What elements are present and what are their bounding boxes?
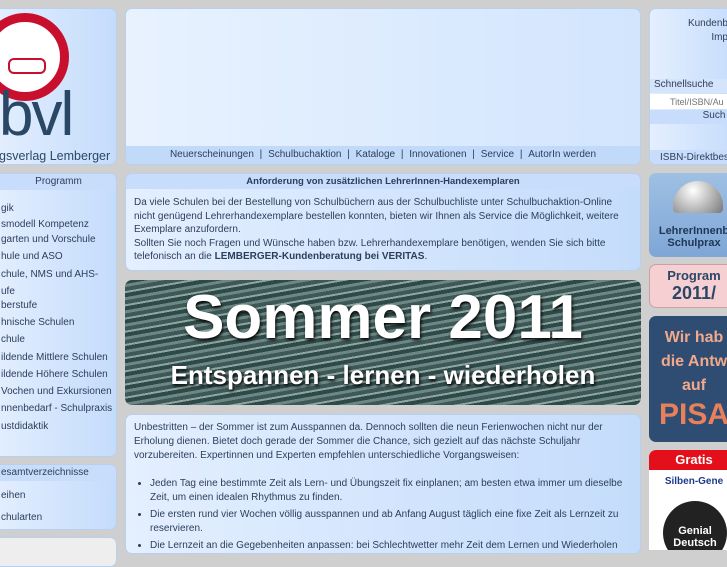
ad-text: PISA: [658, 398, 727, 431]
sidebar-item[interactable]: berstufe: [1, 299, 37, 313]
sidebar-item[interactable]: chule: [1, 333, 25, 347]
sidebar-item[interactable]: chule, NMS und AHS-: [1, 268, 98, 282]
logo-panel[interactable]: bvl gsverlag Lemberger: [0, 8, 117, 165]
search-input[interactable]: [650, 94, 727, 109]
sidebar-box: [0, 537, 117, 567]
program-menu: Programm gik smodell Kompetenz garten und …: [0, 173, 117, 457]
nav-kataloge[interactable]: Kataloge: [356, 149, 395, 160]
ad-text: 2011/: [671, 283, 717, 303]
ad-text: Wir hab: [664, 329, 724, 346]
list-item: Die Lernzeit an die Gegebenheiten anpass…: [150, 539, 632, 553]
logo-letters: bvl: [0, 80, 74, 149]
notice-title: Anforderung von zusätzlichen LehrerInnen…: [126, 174, 640, 189]
nav-autor-werden[interactable]: AutorIn werden: [528, 149, 596, 160]
banner-subtitle: Entspannen - lernen - wiederholen: [170, 360, 596, 390]
summer-banner[interactable]: Sommer 2011 Entspannen - lernen - wieder…: [125, 280, 641, 405]
nav-service[interactable]: Service: [481, 149, 514, 160]
sidebar-item[interactable]: nnenbedarf - Schulpraxis: [1, 402, 112, 416]
sidebar-item[interactable]: ustdidaktik: [1, 420, 48, 434]
notice-text-1: Da viele Schulen bei der Bestellung von …: [134, 197, 619, 235]
link-kundenberatung[interactable]: Kundenb: [650, 17, 727, 31]
isbn-direct-order-link[interactable]: ISBN-Direktbest: [650, 150, 727, 164]
sidebar-item[interactable]: eihen: [1, 489, 25, 503]
gratis-ad[interactable]: Gratis Silben-Gene Genial Deutsch: [649, 450, 727, 550]
list-item: Die ersten rund vier Wochen völlig aussp…: [150, 508, 632, 536]
nav-schulbuchaktion[interactable]: Schulbuchaktion: [268, 149, 341, 160]
sidebar-item[interactable]: hnische Schulen: [1, 316, 74, 330]
notice-contact-link[interactable]: LEMBERGER-Kundenberatung bei VERITAS: [215, 251, 425, 262]
right-panel: Kundenb Imp Schnellsuche Such ISBN-Direk…: [649, 8, 727, 165]
teacher-service-ad[interactable]: LehrerInnenb Schulprax: [649, 173, 727, 257]
notice-end: .: [424, 251, 428, 262]
logo-tagline: gsverlag Lemberger: [0, 149, 111, 163]
ad-text: Program: [667, 268, 721, 283]
sidebar-item[interactable]: Vochen und Exkursionen: [1, 385, 112, 399]
service-bell-icon: [673, 181, 723, 213]
ad-text: Schulprax: [667, 237, 721, 249]
article-intro: Unbestritten – der Sommer ist zum Ausspa…: [134, 422, 603, 461]
sidebar-item[interactable]: garten und Vorschule: [1, 233, 96, 247]
link-impressum[interactable]: Imp: [650, 31, 727, 45]
header-panel: Neuerscheinungen | Schulbuchaktion | Kat…: [125, 8, 641, 165]
main-nav: Neuerscheinungen | Schulbuchaktion | Kat…: [126, 146, 640, 164]
article-panel: Unbestritten – der Sommer ist zum Ausspa…: [125, 414, 641, 554]
sidebar-item[interactable]: ildende Höhere Schulen: [1, 368, 108, 382]
ad-text: die Antw: [660, 353, 727, 370]
program-ad[interactable]: Program 2011/: [649, 264, 727, 308]
catalog-menu: esamtverzeichnisse eihen chularten: [0, 464, 117, 530]
sidebar-item[interactable]: gik: [1, 202, 14, 216]
banner-title: Sommer 2011: [183, 283, 583, 352]
catalog-title: esamtverzeichnisse: [0, 465, 116, 481]
sidebar-item[interactable]: smodell Kompetenz: [1, 218, 89, 232]
notice-panel: Anforderung von zusätzlichen LehrerInnen…: [125, 173, 641, 271]
program-title: Programm: [0, 174, 116, 190]
pisa-ad[interactable]: Wir hab die Antw auf PISA: [649, 316, 727, 442]
ad-text: Gratis: [649, 450, 727, 470]
nav-neuerscheinungen[interactable]: Neuerscheinungen: [170, 149, 254, 160]
list-item: Jeden Tag eine bestimmte Zeit als Lern- …: [150, 477, 632, 505]
article-list: Jeden Tag eine bestimmte Zeit als Lern- …: [150, 477, 632, 553]
sidebar-item[interactable]: chularten: [1, 511, 42, 525]
ad-text: LehrerInnenb: [658, 225, 727, 237]
genial-deutsch-logo: Genial Deutsch: [663, 501, 727, 550]
sidebar-item[interactable]: hule und ASO: [1, 250, 63, 264]
search-label: Schnellsuche: [650, 79, 727, 93]
sidebar-item[interactable]: ildende Mittlere Schulen: [1, 351, 108, 365]
notice-text-2: Sollten Sie noch Fragen und Wünsche habe…: [126, 237, 640, 264]
ad-text: Silben-Gene: [664, 476, 724, 487]
nav-innovationen[interactable]: Innovationen: [409, 149, 466, 160]
search-button[interactable]: Such: [650, 110, 727, 124]
ad-text: auf: [682, 377, 706, 394]
sidebar-item[interactable]: ufe: [1, 285, 15, 299]
